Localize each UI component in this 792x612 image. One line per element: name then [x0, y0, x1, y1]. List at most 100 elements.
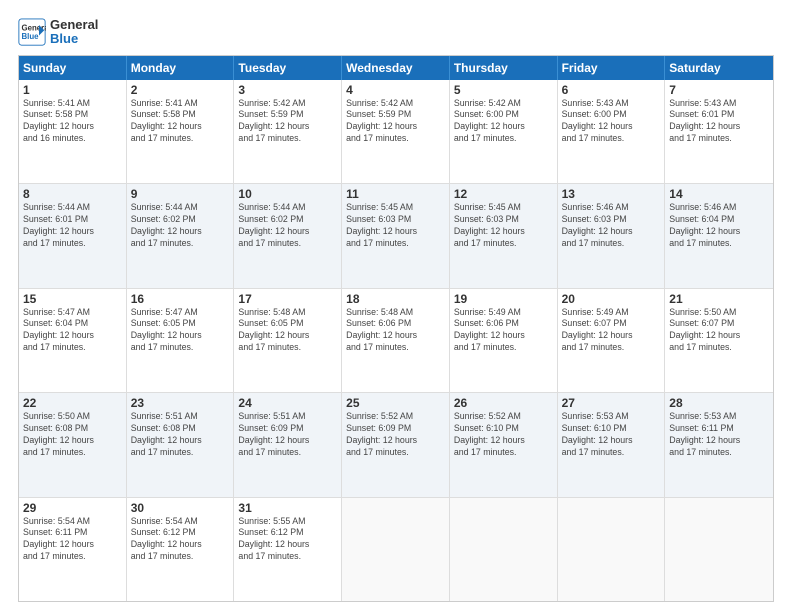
day-info: Sunrise: 5:42 AMSunset: 5:59 PMDaylight:… [238, 98, 337, 146]
day-cell-7: 7Sunrise: 5:43 AMSunset: 6:01 PMDaylight… [665, 80, 773, 183]
day-cell-26: 26Sunrise: 5:52 AMSunset: 6:10 PMDayligh… [450, 393, 558, 496]
day-info: Sunrise: 5:47 AMSunset: 6:05 PMDaylight:… [131, 307, 230, 355]
day-cell-9: 9Sunrise: 5:44 AMSunset: 6:02 PMDaylight… [127, 184, 235, 287]
day-info: Sunrise: 5:54 AMSunset: 6:11 PMDaylight:… [23, 516, 122, 564]
logo-icon: General Blue [18, 18, 46, 46]
day-info: Sunrise: 5:44 AMSunset: 6:02 PMDaylight:… [131, 202, 230, 250]
day-cell-1: 1Sunrise: 5:41 AMSunset: 5:58 PMDaylight… [19, 80, 127, 183]
day-number: 22 [23, 396, 122, 410]
day-number: 8 [23, 187, 122, 201]
day-cell-17: 17Sunrise: 5:48 AMSunset: 6:05 PMDayligh… [234, 289, 342, 392]
day-cell-3: 3Sunrise: 5:42 AMSunset: 5:59 PMDaylight… [234, 80, 342, 183]
header-sunday: Sunday [19, 56, 127, 80]
day-cell-27: 27Sunrise: 5:53 AMSunset: 6:10 PMDayligh… [558, 393, 666, 496]
day-cell-21: 21Sunrise: 5:50 AMSunset: 6:07 PMDayligh… [665, 289, 773, 392]
day-number: 25 [346, 396, 445, 410]
day-number: 21 [669, 292, 769, 306]
header: General Blue General Blue [18, 18, 774, 47]
empty-cell [665, 498, 773, 601]
day-number: 24 [238, 396, 337, 410]
svg-text:Blue: Blue [22, 32, 40, 41]
day-cell-13: 13Sunrise: 5:46 AMSunset: 6:03 PMDayligh… [558, 184, 666, 287]
day-cell-12: 12Sunrise: 5:45 AMSunset: 6:03 PMDayligh… [450, 184, 558, 287]
day-info: Sunrise: 5:41 AMSunset: 5:58 PMDaylight:… [131, 98, 230, 146]
day-cell-29: 29Sunrise: 5:54 AMSunset: 6:11 PMDayligh… [19, 498, 127, 601]
day-info: Sunrise: 5:42 AMSunset: 6:00 PMDaylight:… [454, 98, 553, 146]
day-info: Sunrise: 5:46 AMSunset: 6:04 PMDaylight:… [669, 202, 769, 250]
day-cell-22: 22Sunrise: 5:50 AMSunset: 6:08 PMDayligh… [19, 393, 127, 496]
day-number: 14 [669, 187, 769, 201]
header-thursday: Thursday [450, 56, 558, 80]
day-number: 2 [131, 83, 230, 97]
calendar-week-1: 1Sunrise: 5:41 AMSunset: 5:58 PMDaylight… [19, 80, 773, 183]
day-cell-4: 4Sunrise: 5:42 AMSunset: 5:59 PMDaylight… [342, 80, 450, 183]
day-number: 18 [346, 292, 445, 306]
logo: General Blue General Blue [18, 18, 98, 47]
day-number: 30 [131, 501, 230, 515]
day-number: 27 [562, 396, 661, 410]
day-info: Sunrise: 5:51 AMSunset: 6:08 PMDaylight:… [131, 411, 230, 459]
day-info: Sunrise: 5:54 AMSunset: 6:12 PMDaylight:… [131, 516, 230, 564]
day-number: 12 [454, 187, 553, 201]
day-info: Sunrise: 5:45 AMSunset: 6:03 PMDaylight:… [346, 202, 445, 250]
day-cell-10: 10Sunrise: 5:44 AMSunset: 6:02 PMDayligh… [234, 184, 342, 287]
calendar: Sunday Monday Tuesday Wednesday Thursday… [18, 55, 774, 602]
day-number: 10 [238, 187, 337, 201]
day-info: Sunrise: 5:43 AMSunset: 6:01 PMDaylight:… [669, 98, 769, 146]
header-wednesday: Wednesday [342, 56, 450, 80]
day-cell-31: 31Sunrise: 5:55 AMSunset: 6:12 PMDayligh… [234, 498, 342, 601]
day-number: 17 [238, 292, 337, 306]
day-number: 15 [23, 292, 122, 306]
empty-cell [450, 498, 558, 601]
calendar-header: Sunday Monday Tuesday Wednesday Thursday… [19, 56, 773, 80]
day-cell-8: 8Sunrise: 5:44 AMSunset: 6:01 PMDaylight… [19, 184, 127, 287]
day-number: 26 [454, 396, 553, 410]
day-number: 31 [238, 501, 337, 515]
day-info: Sunrise: 5:44 AMSunset: 6:01 PMDaylight:… [23, 202, 122, 250]
day-number: 23 [131, 396, 230, 410]
day-cell-20: 20Sunrise: 5:49 AMSunset: 6:07 PMDayligh… [558, 289, 666, 392]
day-number: 19 [454, 292, 553, 306]
day-number: 4 [346, 83, 445, 97]
day-info: Sunrise: 5:49 AMSunset: 6:07 PMDaylight:… [562, 307, 661, 355]
day-info: Sunrise: 5:50 AMSunset: 6:08 PMDaylight:… [23, 411, 122, 459]
header-monday: Monday [127, 56, 235, 80]
day-number: 5 [454, 83, 553, 97]
day-cell-14: 14Sunrise: 5:46 AMSunset: 6:04 PMDayligh… [665, 184, 773, 287]
day-cell-28: 28Sunrise: 5:53 AMSunset: 6:11 PMDayligh… [665, 393, 773, 496]
day-number: 11 [346, 187, 445, 201]
day-info: Sunrise: 5:42 AMSunset: 5:59 PMDaylight:… [346, 98, 445, 146]
day-info: Sunrise: 5:44 AMSunset: 6:02 PMDaylight:… [238, 202, 337, 250]
day-info: Sunrise: 5:55 AMSunset: 6:12 PMDaylight:… [238, 516, 337, 564]
day-info: Sunrise: 5:52 AMSunset: 6:10 PMDaylight:… [454, 411, 553, 459]
calendar-body: 1Sunrise: 5:41 AMSunset: 5:58 PMDaylight… [19, 80, 773, 601]
calendar-week-5: 29Sunrise: 5:54 AMSunset: 6:11 PMDayligh… [19, 497, 773, 601]
header-tuesday: Tuesday [234, 56, 342, 80]
day-cell-19: 19Sunrise: 5:49 AMSunset: 6:06 PMDayligh… [450, 289, 558, 392]
day-number: 6 [562, 83, 661, 97]
day-info: Sunrise: 5:52 AMSunset: 6:09 PMDaylight:… [346, 411, 445, 459]
day-info: Sunrise: 5:50 AMSunset: 6:07 PMDaylight:… [669, 307, 769, 355]
day-info: Sunrise: 5:53 AMSunset: 6:11 PMDaylight:… [669, 411, 769, 459]
day-cell-6: 6Sunrise: 5:43 AMSunset: 6:00 PMDaylight… [558, 80, 666, 183]
day-cell-18: 18Sunrise: 5:48 AMSunset: 6:06 PMDayligh… [342, 289, 450, 392]
page: General Blue General Blue Sunday Monday … [0, 0, 792, 612]
day-info: Sunrise: 5:45 AMSunset: 6:03 PMDaylight:… [454, 202, 553, 250]
day-info: Sunrise: 5:41 AMSunset: 5:58 PMDaylight:… [23, 98, 122, 146]
day-number: 13 [562, 187, 661, 201]
calendar-week-4: 22Sunrise: 5:50 AMSunset: 6:08 PMDayligh… [19, 392, 773, 496]
day-number: 3 [238, 83, 337, 97]
day-cell-24: 24Sunrise: 5:51 AMSunset: 6:09 PMDayligh… [234, 393, 342, 496]
empty-cell [342, 498, 450, 601]
day-cell-16: 16Sunrise: 5:47 AMSunset: 6:05 PMDayligh… [127, 289, 235, 392]
day-cell-15: 15Sunrise: 5:47 AMSunset: 6:04 PMDayligh… [19, 289, 127, 392]
day-info: Sunrise: 5:47 AMSunset: 6:04 PMDaylight:… [23, 307, 122, 355]
day-number: 20 [562, 292, 661, 306]
day-info: Sunrise: 5:46 AMSunset: 6:03 PMDaylight:… [562, 202, 661, 250]
day-cell-25: 25Sunrise: 5:52 AMSunset: 6:09 PMDayligh… [342, 393, 450, 496]
day-number: 16 [131, 292, 230, 306]
day-info: Sunrise: 5:53 AMSunset: 6:10 PMDaylight:… [562, 411, 661, 459]
day-info: Sunrise: 5:48 AMSunset: 6:05 PMDaylight:… [238, 307, 337, 355]
day-cell-23: 23Sunrise: 5:51 AMSunset: 6:08 PMDayligh… [127, 393, 235, 496]
day-number: 9 [131, 187, 230, 201]
